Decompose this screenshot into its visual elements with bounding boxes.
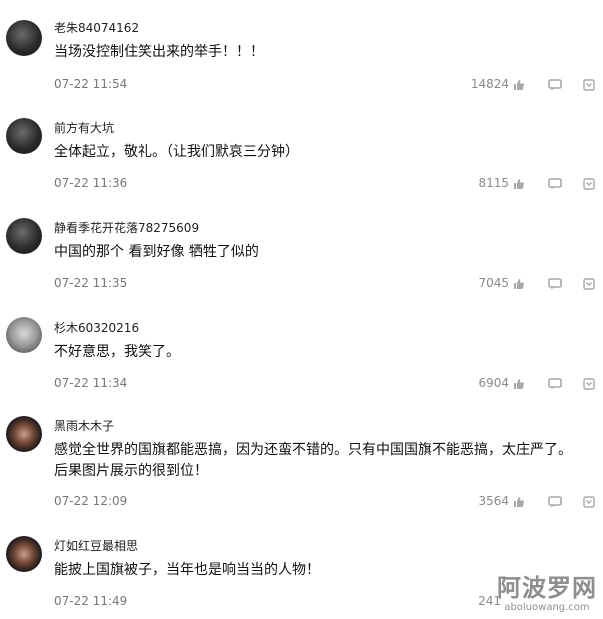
reply-bubble-icon[interactable] — [548, 79, 562, 91]
watermark-url: aboluowang.com — [504, 602, 590, 613]
comment-time: 07-22 11:36 — [54, 176, 128, 190]
more-chevron-icon[interactable] — [583, 496, 595, 508]
comment-username[interactable]: 灯如红豆最相思 — [54, 537, 138, 554]
thumbs-up-icon[interactable] — [513, 496, 525, 508]
comment-text: 感觉全世界的国旗都能恶搞，因为还蛮不错的。只有中国国旗不能恶搞，太庄严了。 — [54, 442, 572, 458]
like-count: 3564 — [478, 494, 509, 508]
thumbs-up-icon[interactable] — [513, 178, 525, 190]
comment-username[interactable]: 前方有大坑 — [54, 119, 114, 136]
comment-username[interactable]: 杉木60320216 — [54, 319, 139, 336]
reply-bubble-icon[interactable] — [548, 496, 562, 508]
comment-text: 全体起立，敬礼。（让我们默哀三分钟） — [54, 144, 299, 160]
watermark-text: 阿波罗网 — [497, 574, 597, 602]
avatar[interactable] — [6, 20, 42, 56]
reply-bubble-icon[interactable] — [548, 278, 562, 290]
more-chevron-icon[interactable] — [583, 178, 595, 190]
comment-time: 07-22 11:34 — [54, 376, 128, 390]
avatar[interactable] — [6, 218, 42, 254]
comment-username[interactable]: 老朱84074162 — [54, 19, 139, 36]
avatar[interactable] — [6, 317, 42, 353]
comment-text: 不好意思，我笑了。 — [54, 344, 180, 360]
avatar[interactable] — [6, 118, 42, 154]
thumbs-up-icon[interactable] — [513, 79, 525, 91]
more-chevron-icon[interactable] — [583, 378, 595, 390]
reply-bubble-icon[interactable] — [548, 178, 562, 190]
like-count: 7045 — [478, 276, 509, 290]
comment-text: 当场没控制住笑出来的举手！！！ — [54, 44, 264, 60]
comment-time: 07-22 11:35 — [54, 276, 128, 290]
reply-bubble-icon[interactable] — [548, 378, 562, 390]
comment-username[interactable]: 静看季花开花落78275609 — [54, 219, 199, 236]
more-chevron-icon[interactable] — [583, 278, 595, 290]
watermark: 阿波罗网 aboluowang.com — [492, 574, 602, 614]
avatar[interactable] — [6, 536, 42, 572]
comment-time: 07-22 11:49 — [54, 594, 128, 608]
comment-username[interactable]: 黑雨木木子 — [54, 417, 114, 434]
avatar[interactable] — [6, 416, 42, 452]
more-chevron-icon[interactable] — [583, 79, 595, 91]
like-count: 14824 — [470, 77, 509, 91]
thumbs-up-icon[interactable] — [513, 278, 525, 290]
comment-text-continued: 后果图片展示的很到位！ — [54, 463, 208, 479]
like-count: 8115 — [478, 176, 509, 190]
thumbs-up-icon[interactable] — [513, 378, 525, 390]
comment-text: 中国的那个 看到好像 牺牲了似的 — [54, 244, 259, 260]
comment-time: 07-22 11:54 — [54, 77, 128, 91]
like-count: 6904 — [478, 376, 509, 390]
comment-time: 07-22 12:09 — [54, 494, 128, 508]
